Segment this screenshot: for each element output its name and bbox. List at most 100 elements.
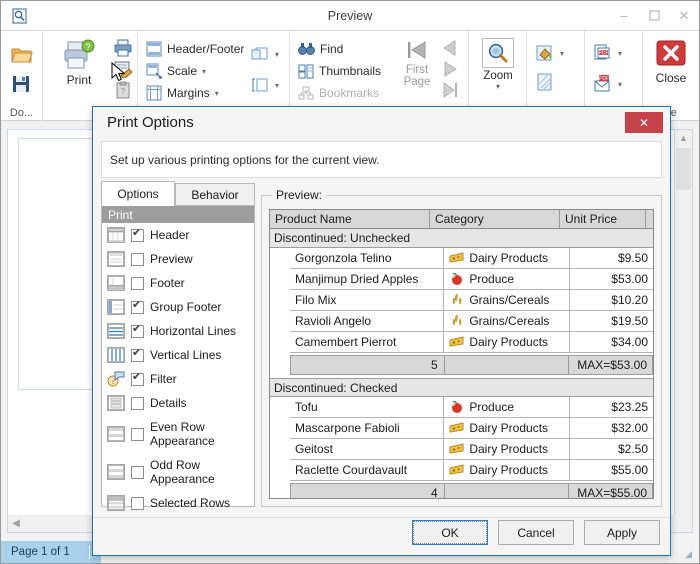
table-row: Filo Mix Grains/Cereals $10.20 [290, 290, 653, 311]
option-row-group-footer[interactable]: Group Footer [102, 295, 254, 319]
option-row-horizontal-lines[interactable]: Horizontal Lines [102, 319, 254, 343]
background-color-button[interactable]: ▾ [536, 42, 564, 64]
find-button[interactable]: Find [298, 38, 343, 60]
margins-label: Margins [167, 86, 210, 100]
printer-question-icon: ? [62, 39, 96, 71]
column-header-unit-price[interactable]: Unit Price [560, 210, 646, 228]
option-row-vertical-lines[interactable]: Vertical Lines [102, 343, 254, 367]
orientation-caret-icon[interactable]: ▾ [275, 50, 279, 59]
email-pdf-button[interactable]: PDF ▾ [593, 73, 622, 95]
watermark-icon[interactable] [536, 73, 555, 92]
close-preview-label: Close [655, 71, 687, 85]
option-checkbox-group-footer[interactable] [131, 299, 144, 314]
email-pdf-caret-icon[interactable]: ▾ [618, 80, 622, 89]
tab-options[interactable]: Options [101, 181, 175, 206]
scroll-left-arrow-icon[interactable]: ◀ [8, 518, 24, 529]
zoom-caret-icon[interactable]: ▾ [496, 82, 500, 91]
table-row: Raclette Courdavault Dairy Products $55.… [290, 460, 653, 481]
column-header-category[interactable]: Category [430, 210, 560, 228]
option-checkbox-footer[interactable] [131, 276, 144, 290]
first-page-button[interactable]: First Page [398, 38, 436, 88]
table-header-row: Product Name Category Unit Price [270, 210, 653, 229]
ribbon-group-document-label: Do... [9, 107, 34, 119]
orientation-button[interactable]: ▾ [251, 43, 279, 65]
option-checkbox-selected-rows[interactable] [131, 496, 144, 510]
option-label-group-footer: Group Footer [150, 299, 222, 314]
maximize-button[interactable] [639, 2, 669, 30]
option-checkbox-odd-row-appearance[interactable] [131, 465, 144, 479]
group-footer-spacer [444, 484, 570, 498]
scale-caret-icon[interactable]: ▾ [202, 67, 206, 76]
tab-behavior[interactable]: Behavior [175, 183, 255, 205]
clipboard-icon[interactable]: ? [114, 81, 132, 99]
option-label-header: Header [150, 227, 190, 242]
preview-groupbox: Preview: Product Name Category Unit Pric… [261, 188, 662, 507]
zoom-button[interactable]: Zoom ▾ [477, 38, 519, 91]
scroll-up-arrow-icon[interactable]: ▲ [675, 130, 692, 147]
bookmarks-label: Bookmarks [319, 86, 380, 100]
margins-button[interactable]: Margins ▾ [146, 82, 219, 104]
option-row-header[interactable]: Header [102, 223, 254, 247]
thumbnails-button[interactable]: Thumbnails [298, 60, 381, 82]
background-caret-icon[interactable]: ▾ [560, 49, 564, 58]
export-pdf-button[interactable]: PDF ▾ [593, 42, 622, 64]
printer-settings-icon[interactable] [113, 60, 133, 78]
status-caret [89, 545, 90, 559]
resize-grip-icon[interactable]: ◢ [685, 549, 697, 561]
dialog-close-button[interactable]: ✕ [625, 112, 663, 133]
tab-options-label: Options [117, 187, 159, 201]
option-checkbox-vertical-lines[interactable] [131, 347, 144, 362]
cell-product-name: Gorgonzola Telino [290, 248, 445, 268]
next-page-icon[interactable] [440, 60, 460, 78]
printer-small-icon[interactable] [113, 39, 133, 57]
bookmarks-icon [298, 86, 314, 101]
pdf-email-icon: PDF [593, 75, 613, 93]
margins-caret-icon[interactable]: ▾ [215, 89, 219, 98]
close-preview-button[interactable]: Close [651, 39, 691, 85]
option-checkbox-filter[interactable] [131, 371, 144, 386]
option-row-even-row-appearance[interactable]: Even Row Appearance [102, 415, 254, 453]
orientation-icon [251, 46, 270, 63]
table-row: Camembert Pierrot Dairy Products $34.00 [290, 332, 653, 353]
paper-size-caret-icon[interactable]: ▾ [275, 81, 279, 90]
paper-size-button[interactable]: ▾ [251, 74, 279, 96]
option-row-preview[interactable]: Preview [102, 247, 254, 271]
status-page-indicator: Page 1 of 1 [1, 541, 101, 563]
option-row-footer[interactable]: Footer [102, 271, 254, 295]
print-button[interactable]: ? Print [51, 39, 107, 87]
previous-page-icon[interactable] [440, 39, 460, 57]
paper-size-icon [251, 77, 270, 94]
floppy-save-icon[interactable] [11, 74, 31, 94]
scrollbar-thumb[interactable] [676, 148, 691, 190]
document-vertical-scrollbar[interactable]: ▲ ▼ [674, 130, 692, 532]
group-footer-count: 5 [291, 356, 445, 374]
close-button[interactable]: ✕ [669, 2, 699, 30]
export-pdf-caret-icon[interactable]: ▾ [618, 49, 622, 58]
ok-button[interactable]: OK [412, 520, 488, 545]
option-checkbox-even-row-appearance[interactable] [131, 427, 144, 441]
horizontal-lines-icon [107, 323, 125, 339]
cell-category-label: Dairy Products [469, 463, 549, 477]
header-footer-button[interactable]: Header/Footer [146, 38, 244, 60]
scale-button[interactable]: Scale ▾ [146, 60, 206, 82]
last-page-icon[interactable] [440, 81, 460, 99]
option-row-selected-rows[interactable]: Selected Rows [102, 491, 254, 515]
option-row-odd-row-appearance[interactable]: Odd Row Appearance [102, 453, 254, 491]
option-row-details[interactable]: Details [102, 391, 254, 415]
minimize-button[interactable]: – [609, 2, 639, 30]
even-row-icon [107, 426, 125, 442]
apply-button[interactable]: Apply [584, 520, 660, 545]
dialog-title: Print Options [107, 114, 194, 131]
cheese-icon [449, 442, 465, 456]
option-checkbox-details[interactable] [131, 396, 144, 410]
grid-details-icon [107, 395, 125, 411]
option-checkbox-horizontal-lines[interactable] [131, 323, 144, 338]
option-checkbox-header[interactable] [131, 227, 144, 242]
cell-category: Grains/Cereals [444, 290, 570, 310]
table-row: Geitost Dairy Products $2.50 [290, 439, 653, 460]
option-checkbox-preview[interactable] [131, 252, 144, 266]
folder-open-icon[interactable] [11, 45, 33, 65]
cancel-button[interactable]: Cancel [498, 520, 574, 545]
column-header-product-name[interactable]: Product Name [270, 210, 430, 228]
option-row-filter[interactable]: i Filter [102, 367, 254, 391]
